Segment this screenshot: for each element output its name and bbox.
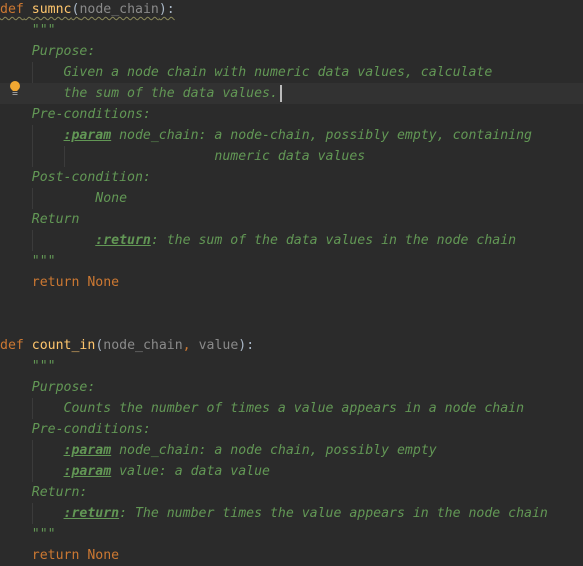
- param-value[interactable]: value: [199, 338, 239, 353]
- purpose-label: Purpose:: [31, 44, 96, 59]
- function-name-count-in[interactable]: count_in: [32, 338, 96, 353]
- code-editor[interactable]: def sumnc(node_chain): """ Purpose: Give…: [0, 0, 583, 564]
- param-node-chain[interactable]: node_chain: [79, 2, 158, 17]
- pre-conditions-label: Pre-conditions:: [31, 107, 151, 122]
- code-line-return-statement[interactable]: return None: [0, 545, 583, 566]
- keyword-return: return: [31, 548, 80, 563]
- keyword-def: def: [0, 2, 24, 17]
- function-name-sumnc[interactable]: sumnc: [32, 2, 72, 17]
- close-paren: ):: [238, 338, 255, 353]
- return-tag[interactable]: :return: [64, 506, 120, 521]
- param-continuation: numeric data values: [214, 149, 366, 164]
- param-separator: ,: [182, 338, 199, 353]
- return-label: Return: [31, 212, 80, 227]
- code-line-docstring-open[interactable]: """: [0, 20, 583, 41]
- code-line-def-count-in[interactable]: def count_in(node_chain, value):: [0, 335, 583, 356]
- return-label: Return:: [31, 485, 88, 500]
- code-line-docstring-close[interactable]: """: [0, 524, 583, 545]
- purpose-text: the sum of the data values.: [63, 86, 278, 101]
- return-tag[interactable]: :return: [95, 233, 151, 248]
- text-caret: [280, 85, 282, 102]
- return-description: : the sum of the data values in the node…: [150, 233, 517, 248]
- warning-underline[interactable]: def sumnc(node_chain):: [0, 2, 175, 17]
- keyword-return: return: [31, 275, 80, 290]
- code-line-pre-label[interactable]: Pre-conditions:: [0, 104, 583, 125]
- code-line-post-value[interactable]: None: [0, 188, 583, 209]
- docstring-close: """: [31, 527, 56, 542]
- docstring-close: """: [31, 254, 56, 269]
- lightbulb-icon[interactable]: [9, 81, 21, 96]
- pre-conditions-label: Pre-conditions:: [31, 422, 151, 437]
- code-line-pre-label[interactable]: Pre-conditions:: [0, 419, 583, 440]
- code-line-purpose-label[interactable]: Purpose:: [0, 41, 583, 62]
- code-line-purpose-1[interactable]: Given a node chain with numeric data val…: [0, 62, 583, 83]
- code-line-docstring-open[interactable]: """: [0, 356, 583, 377]
- param-tag[interactable]: :param: [64, 128, 112, 143]
- code-line-return-label[interactable]: Return: [0, 209, 583, 230]
- param-tag[interactable]: :param: [64, 443, 112, 458]
- param-description: node_chain: a node-chain, possibly empty…: [111, 128, 532, 143]
- code-line-docstring-close[interactable]: """: [0, 251, 583, 272]
- purpose-label: Purpose:: [31, 380, 96, 395]
- code-line-param[interactable]: :param node_chain: a node-chain, possibl…: [0, 125, 583, 146]
- code-line-post-label[interactable]: Post-condition:: [0, 167, 583, 188]
- param-description: node_chain: a node chain, possibly empty: [111, 443, 437, 458]
- keyword-none: None: [87, 275, 120, 290]
- post-condition-value: None: [95, 191, 128, 206]
- code-line-purpose-label[interactable]: Purpose:: [0, 377, 583, 398]
- keyword-none: None: [87, 548, 120, 563]
- code-line-return-doc[interactable]: :return: the sum of the data values in t…: [0, 230, 583, 251]
- purpose-text: Counts the number of times a value appea…: [63, 401, 525, 416]
- param-tag[interactable]: :param: [64, 464, 112, 479]
- return-description: : The number times the value appears in …: [119, 506, 548, 521]
- code-line-purpose-2-current[interactable]: the sum of the data values.: [0, 83, 583, 104]
- purpose-text: Given a node chain with numeric data val…: [63, 65, 493, 80]
- keyword-def: def: [0, 338, 24, 353]
- code-line-purpose-1[interactable]: Counts the number of times a value appea…: [0, 398, 583, 419]
- param-node-chain[interactable]: node_chain: [103, 338, 182, 353]
- code-line-def-sumnc[interactable]: def sumnc(node_chain):: [0, 0, 583, 20]
- docstring-open: """: [31, 359, 56, 374]
- code-line-return-statement[interactable]: return None: [0, 272, 583, 293]
- code-line-return-doc[interactable]: :return: The number times the value appe…: [0, 503, 583, 524]
- param-description: value: a data value: [111, 464, 270, 479]
- code-line-param-value[interactable]: :param value: a data value: [0, 461, 583, 482]
- docstring-open: """: [31, 23, 56, 38]
- code-line-return-label[interactable]: Return:: [0, 482, 583, 503]
- post-condition-label: Post-condition:: [31, 170, 151, 185]
- code-line-param-node-chain[interactable]: :param node_chain: a node chain, possibl…: [0, 440, 583, 461]
- close-paren: ):: [158, 2, 175, 17]
- code-line-param-continuation[interactable]: numeric data values: [0, 146, 583, 167]
